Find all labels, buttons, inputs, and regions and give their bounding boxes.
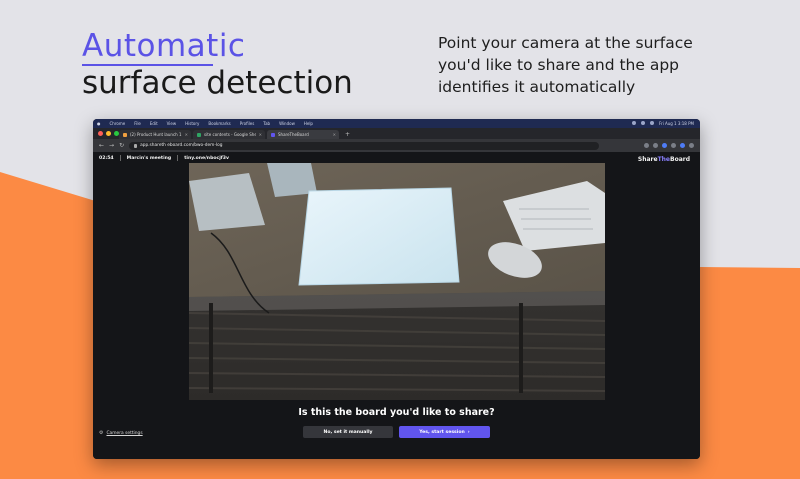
menu-window[interactable]: Window	[279, 121, 295, 126]
meeting-name: Marcin's meeting	[126, 155, 172, 161]
share-icon[interactable]	[644, 143, 649, 148]
confirm-question: Is this the board you'd like to share?	[298, 407, 495, 418]
tab-google-sheets[interactable]: site contents - Google Sheets ✕	[193, 130, 265, 139]
meeting-info-bar: 02:54 Marcin's meeting tiny.one/nbocjf3v	[99, 155, 229, 161]
close-tab-icon[interactable]: ✕	[259, 132, 265, 137]
menu-history[interactable]: History	[185, 121, 199, 126]
headline-main: surface detection	[82, 65, 353, 101]
menu-profiles[interactable]: Profiles	[240, 121, 255, 126]
start-session-label: Yes, start session	[419, 429, 465, 435]
window-controls	[98, 131, 119, 136]
reload-icon[interactable]: ↻	[119, 142, 124, 149]
apple-icon[interactable]: ●	[97, 121, 101, 126]
menu-tab[interactable]: Tab	[263, 121, 270, 126]
address-bar: ← → ↻ app.shareth eboard.com/bwo-dem-log	[93, 139, 700, 152]
tab-product-hunt[interactable]: (2) Product Hunt launch 1 ✕	[119, 130, 191, 139]
close-tab-icon[interactable]: ✕	[185, 132, 191, 137]
gear-icon: ⚙	[99, 430, 104, 436]
extension-icon[interactable]	[662, 143, 667, 148]
battery-icon[interactable]	[649, 121, 654, 125]
set-manually-button[interactable]: No, set it manually	[303, 426, 393, 438]
stb-favicon	[271, 132, 275, 137]
chevron-right-icon: ›	[467, 429, 470, 435]
bookmark-star-icon[interactable]	[653, 143, 658, 148]
browser-menu-icon[interactable]	[689, 143, 694, 148]
meeting-link[interactable]: tiny.one/nbocjf3v	[184, 156, 229, 161]
headline: Automatic surface detection	[82, 28, 353, 102]
menu-chrome[interactable]: Chrome	[110, 121, 126, 126]
new-tab-button[interactable]: +	[341, 131, 354, 139]
app-area: 02:54 Marcin's meeting tiny.one/nbocjf3v…	[93, 152, 700, 459]
close-tab-icon[interactable]: ✕	[333, 132, 339, 137]
extensions	[644, 143, 694, 148]
status-icon[interactable]	[631, 121, 636, 125]
menu-bookmarks[interactable]: Bookmarks	[208, 121, 230, 126]
divider	[177, 155, 179, 161]
status-area: Fri Aug 1 3:18 PM	[631, 121, 700, 126]
divider	[119, 155, 121, 161]
sheets-favicon	[197, 132, 201, 137]
shareth eboard-logo: ShareTheBoard	[637, 156, 690, 163]
start-session-button[interactable]: Yes, start session ›	[399, 426, 490, 438]
back-icon[interactable]: ←	[99, 142, 104, 149]
camera-settings-link[interactable]: ⚙ Camera settings	[99, 430, 143, 436]
url-text: app.shareth eboard.com/bwo-dem-log	[140, 143, 223, 148]
menu-file[interactable]: File	[134, 121, 141, 126]
profile-avatar[interactable]	[680, 143, 685, 148]
headline-underline	[82, 64, 213, 66]
close-window-icon[interactable]	[98, 131, 103, 136]
orange-favicon	[123, 132, 127, 137]
camera-settings-label: Camera settings	[106, 430, 143, 436]
forward-icon[interactable]: →	[109, 142, 114, 149]
zoom-window-icon[interactable]	[114, 131, 119, 136]
tab-title: site contents - Google Sheets	[204, 132, 256, 137]
tab-title: ShareTheBoard	[278, 132, 309, 137]
os-menubar: ● Chrome File Edit View History Bookmark…	[93, 119, 700, 128]
url-field[interactable]: app.shareth eboard.com/bwo-dem-log	[129, 141, 600, 150]
wifi-icon[interactable]	[640, 121, 645, 125]
menu-help[interactable]: Help	[304, 121, 313, 126]
extensions-puzzle-icon[interactable]	[671, 143, 676, 148]
camera-feed-image	[189, 163, 605, 400]
tagline: Point your camera at the surface you'd l…	[438, 34, 693, 96]
tab-title: (2) Product Hunt launch 1	[130, 132, 182, 137]
browser-window: ● Chrome File Edit View History Bookmark…	[93, 119, 700, 459]
tab-shareth eboard[interactable]: ShareTheBoard ✕	[267, 130, 339, 139]
set-manually-label: No, set it manually	[323, 429, 373, 435]
camera-feed	[189, 163, 605, 400]
menubar-clock[interactable]: Fri Aug 1 3:18 PM	[659, 121, 694, 126]
minimize-window-icon[interactable]	[106, 131, 111, 136]
menu-edit[interactable]: Edit	[150, 121, 158, 126]
lock-icon	[134, 143, 138, 148]
tab-bar: (2) Product Hunt launch 1 ✕ site content…	[93, 128, 700, 139]
headline-accent: Automatic	[82, 28, 246, 64]
menu-view[interactable]: View	[167, 121, 177, 126]
session-timer: 02:54	[99, 155, 114, 161]
